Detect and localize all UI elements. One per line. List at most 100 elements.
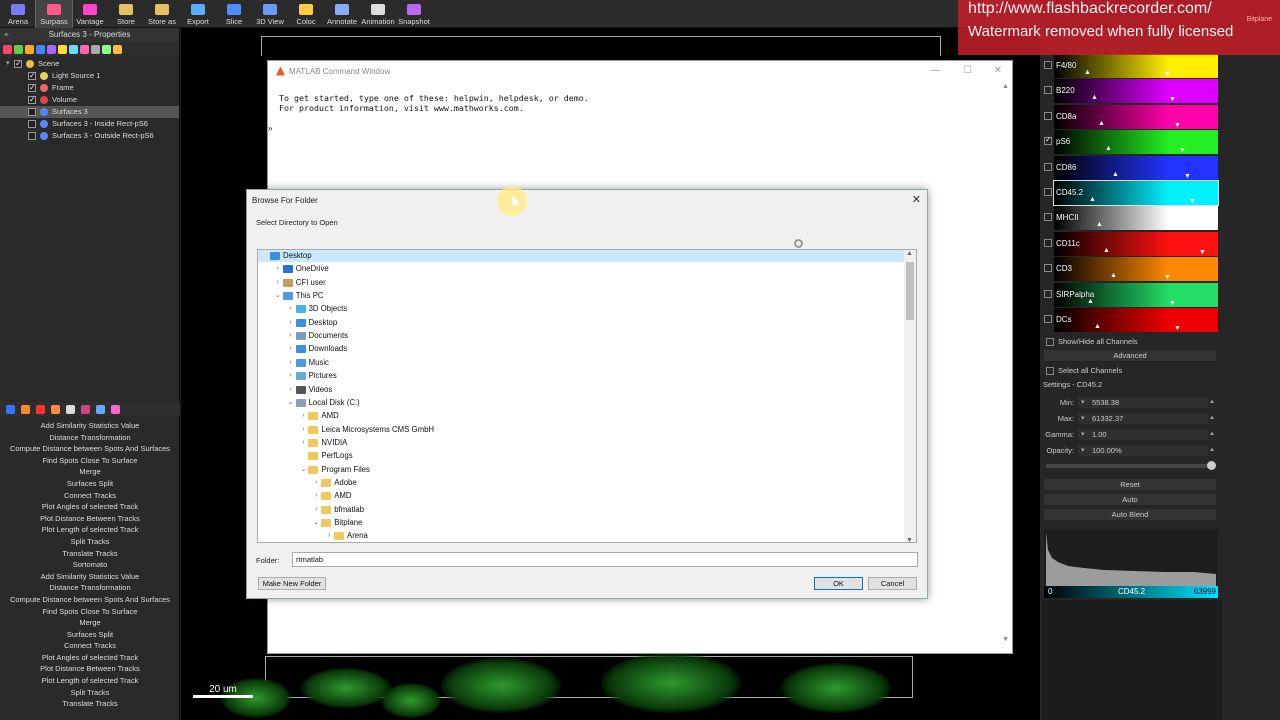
minimize-icon[interactable]: — bbox=[930, 65, 940, 76]
channel-visibility-checkbox[interactable] bbox=[1044, 188, 1052, 196]
folder-tree-item[interactable]: PerfLogs bbox=[298, 450, 353, 462]
reset-button[interactable]: Reset bbox=[1044, 479, 1216, 491]
toolbar-button-snapshot[interactable]: Snapshot bbox=[396, 0, 432, 28]
dialog-close-icon[interactable]: ✕ bbox=[912, 193, 921, 206]
object-type-icon[interactable] bbox=[80, 44, 89, 54]
collapsed-chevron-icon[interactable]: › bbox=[311, 477, 321, 489]
object-type-icon[interactable] bbox=[47, 44, 56, 54]
toolbar-button-arena[interactable]: Arena bbox=[0, 0, 36, 28]
range-min-marker-icon[interactable]: ▲ bbox=[1094, 323, 1101, 330]
collapsed-chevron-icon[interactable]: › bbox=[286, 357, 296, 369]
scene-tree-item[interactable]: Light Source 1 bbox=[0, 70, 179, 82]
object-type-icon[interactable] bbox=[36, 44, 45, 54]
expanded-chevron-icon[interactable]: ⌄ bbox=[273, 290, 283, 302]
range-max-marker-icon[interactable]: ▼ bbox=[1189, 198, 1196, 205]
folder-tree-scrollbar[interactable]: ▲ ▼ bbox=[904, 250, 916, 542]
collapsed-chevron-icon[interactable]: › bbox=[286, 330, 296, 342]
toolbar-button-store[interactable]: Store bbox=[108, 0, 144, 28]
range-max-marker-icon[interactable]: ▼ bbox=[1179, 147, 1186, 154]
xtension-item[interactable]: Translate Tracks bbox=[0, 548, 180, 560]
range-min-marker-icon[interactable]: ▲ bbox=[1091, 94, 1098, 101]
collapsed-chevron-icon[interactable]: › bbox=[298, 424, 308, 436]
channel-color-bar[interactable] bbox=[1054, 155, 1218, 180]
channel-row[interactable]: CD45.2 ▲ ▼ bbox=[1044, 180, 1219, 206]
range-max-marker-icon[interactable]: ▼ bbox=[1174, 325, 1181, 332]
folder-tree-item[interactable]: › CFI user bbox=[273, 277, 326, 289]
tool-icon[interactable] bbox=[21, 404, 30, 414]
xtension-item[interactable]: Merge bbox=[0, 466, 180, 478]
folder-tree-item[interactable]: › Desktop bbox=[286, 317, 337, 329]
visibility-checkbox[interactable] bbox=[28, 132, 36, 140]
toolbar-button-annotate[interactable]: Annotate bbox=[324, 0, 360, 28]
toolbar-button-slice[interactable]: Slice bbox=[216, 0, 252, 28]
scroll-down-icon[interactable]: ▼ bbox=[1002, 636, 1009, 643]
xtension-item[interactable]: Connect Tracks bbox=[0, 490, 180, 502]
toolbar-button-coloc[interactable]: Coloc bbox=[288, 0, 324, 28]
channel-visibility-checkbox[interactable] bbox=[1044, 111, 1052, 120]
xtension-item[interactable]: Plot Length of selected Track bbox=[0, 524, 180, 536]
xtension-item[interactable]: Find Spots Close To Surface bbox=[0, 455, 180, 467]
gamma-spinner-icon[interactable]: ▲ bbox=[1208, 431, 1216, 437]
maximize-icon[interactable]: ☐ bbox=[963, 65, 972, 76]
histogram[interactable] bbox=[1044, 530, 1218, 586]
range-min-marker-icon[interactable]: ▲ bbox=[1112, 171, 1119, 178]
toolbar-button-3d-view[interactable]: 3D View bbox=[252, 0, 288, 28]
channel-row[interactable]: CD86 ▲ ▼ bbox=[1044, 155, 1218, 180]
select-all-option[interactable]: Select all Channels bbox=[1046, 366, 1122, 375]
scene-tree-item[interactable]: Surfaces 3 - Inside Rect-pS6 bbox=[0, 118, 179, 130]
xtension-item[interactable]: Plot Length of selected Track bbox=[0, 675, 180, 687]
toolbar-button-vantage[interactable]: Vantage bbox=[72, 0, 108, 28]
folder-tree-item[interactable]: ⌄ Program Files bbox=[298, 464, 370, 476]
min-input[interactable]: 5538.38 bbox=[1078, 396, 1208, 408]
range-min-marker-icon[interactable]: ▲ bbox=[1103, 247, 1110, 254]
channel-visibility-checkbox[interactable] bbox=[1044, 162, 1052, 171]
folder-tree-item[interactable]: › OneDrive bbox=[273, 263, 329, 275]
folder-tree-item[interactable]: › bfmatlab bbox=[311, 504, 364, 516]
browse-for-folder-dialog[interactable]: Browse For Folder ✕ Select Directory to … bbox=[246, 189, 928, 599]
range-min-marker-icon[interactable]: ▲ bbox=[1096, 221, 1103, 228]
range-min-marker-icon[interactable]: ▲ bbox=[1089, 196, 1096, 203]
scroll-up-icon[interactable]: ▲ bbox=[1002, 83, 1009, 90]
xtension-item[interactable]: Distance Transformation bbox=[0, 582, 180, 594]
show-hide-all-checkbox[interactable] bbox=[1046, 337, 1054, 346]
visibility-checkbox[interactable] bbox=[28, 94, 36, 106]
scene-tree-item[interactable]: Volume bbox=[0, 94, 179, 106]
folder-tree-item[interactable]: › AMD bbox=[311, 490, 352, 502]
channel-visibility-checkbox[interactable] bbox=[1044, 213, 1052, 222]
folder-tree-item[interactable]: › Music bbox=[286, 357, 329, 369]
channel-row[interactable]: pS6 ▲ ▼ bbox=[1044, 130, 1218, 155]
channel-visibility-checkbox[interactable] bbox=[1044, 135, 1052, 146]
expanded-chevron-icon[interactable]: ⌄ bbox=[286, 397, 296, 409]
collapsed-chevron-icon[interactable]: › bbox=[298, 437, 308, 449]
opacity-slider-handle[interactable] bbox=[1207, 461, 1216, 470]
visibility-checkbox[interactable] bbox=[28, 82, 36, 94]
collapsed-chevron-icon[interactable]: › bbox=[286, 370, 296, 382]
matlab-scrollbar[interactable]: ▲ ▼ bbox=[1001, 83, 1011, 643]
collapsed-chevron-icon[interactable]: › bbox=[273, 277, 283, 289]
range-min-marker-icon[interactable]: ▲ bbox=[1098, 120, 1105, 127]
channel-row[interactable]: DCs ▲ ▼ bbox=[1044, 308, 1218, 332]
range-max-marker-icon[interactable]: ▼ bbox=[1199, 249, 1206, 256]
range-max-marker-icon[interactable]: ▼ bbox=[1174, 122, 1181, 129]
collapsed-chevron-icon[interactable]: › bbox=[298, 410, 308, 422]
pin-icon[interactable]: ⌖ bbox=[4, 28, 9, 42]
toolbar-button-animation[interactable]: Animation bbox=[360, 0, 396, 28]
folder-tree-item[interactable]: › AMD bbox=[298, 410, 339, 422]
toolbar-button-surpass[interactable]: Surpass bbox=[35, 0, 73, 29]
collapsed-chevron-icon[interactable]: › bbox=[311, 504, 321, 516]
channel-visibility-checkbox[interactable] bbox=[1044, 61, 1052, 69]
xtension-item[interactable]: Distance Transformation bbox=[0, 432, 180, 444]
range-max-marker-icon[interactable]: ▼ bbox=[1169, 300, 1176, 307]
tool-icon[interactable] bbox=[81, 404, 90, 414]
channel-visibility-checkbox[interactable] bbox=[1044, 289, 1052, 298]
channel-row[interactable]: B220 ▲ ▼ bbox=[1044, 79, 1218, 104]
folder-tree-item[interactable]: › Leica Microsystems CMS GmbH bbox=[298, 424, 434, 436]
scroll-thumb[interactable] bbox=[906, 262, 914, 320]
tool-icon[interactable] bbox=[36, 404, 45, 414]
object-type-icon[interactable] bbox=[113, 44, 122, 54]
tool-icon[interactable] bbox=[66, 404, 75, 414]
matlab-console[interactable]: To get started, type one of these: helpw… bbox=[268, 81, 1012, 113]
visibility-checkbox[interactable] bbox=[14, 58, 22, 70]
channel-visibility-checkbox[interactable] bbox=[1044, 238, 1052, 247]
folder-tree-item[interactable]: › NVIDIA bbox=[298, 437, 347, 449]
